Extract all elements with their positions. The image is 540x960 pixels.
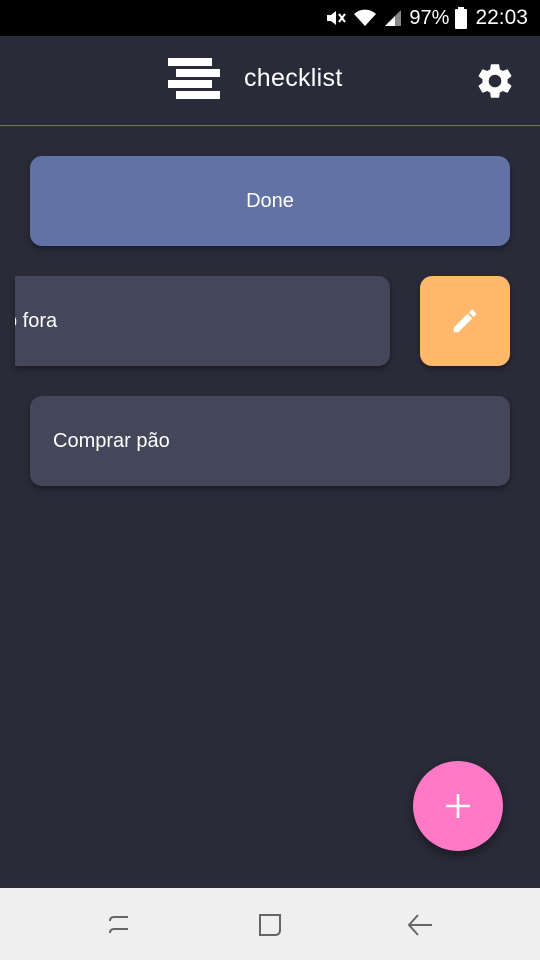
- list-item-done[interactable]: Done: [30, 156, 510, 246]
- battery-icon: [455, 7, 468, 29]
- recents-button[interactable]: [103, 910, 135, 940]
- edit-button[interactable]: [420, 276, 510, 366]
- signal-icon: [383, 8, 403, 28]
- list-item-label: o fora: [15, 309, 58, 332]
- plus-icon: [446, 794, 470, 818]
- app-header: checklist: [0, 36, 540, 126]
- list-item-comprar-pao[interactable]: Comprar pão: [30, 396, 510, 486]
- list-item-swiped[interactable]: o fora: [15, 276, 390, 366]
- app-title: checklist: [244, 64, 343, 92]
- menu-lines-icon[interactable]: [168, 58, 220, 100]
- system-nav-bar: [0, 888, 540, 960]
- pencil-icon: [453, 309, 477, 333]
- home-button[interactable]: [254, 910, 286, 940]
- app-screen: 97% 22:03 checklist Done fora Comprar pã…: [0, 0, 540, 960]
- battery-percentage: 97%: [409, 6, 450, 29]
- gear-icon: [478, 64, 512, 98]
- wifi-icon: [353, 8, 377, 28]
- back-button[interactable]: [405, 910, 437, 940]
- settings-button[interactable]: [474, 60, 516, 102]
- list-item-label: Done: [246, 189, 294, 212]
- back-icon: [407, 914, 432, 936]
- add-item-button[interactable]: [413, 761, 503, 851]
- mute-icon: [325, 8, 347, 28]
- status-clock: 22:03: [475, 6, 528, 29]
- status-bar: 97% 22:03: [0, 0, 540, 36]
- list-item-label: Comprar pão: [53, 429, 170, 452]
- home-icon: [259, 914, 281, 936]
- recents-icon: [109, 916, 128, 934]
